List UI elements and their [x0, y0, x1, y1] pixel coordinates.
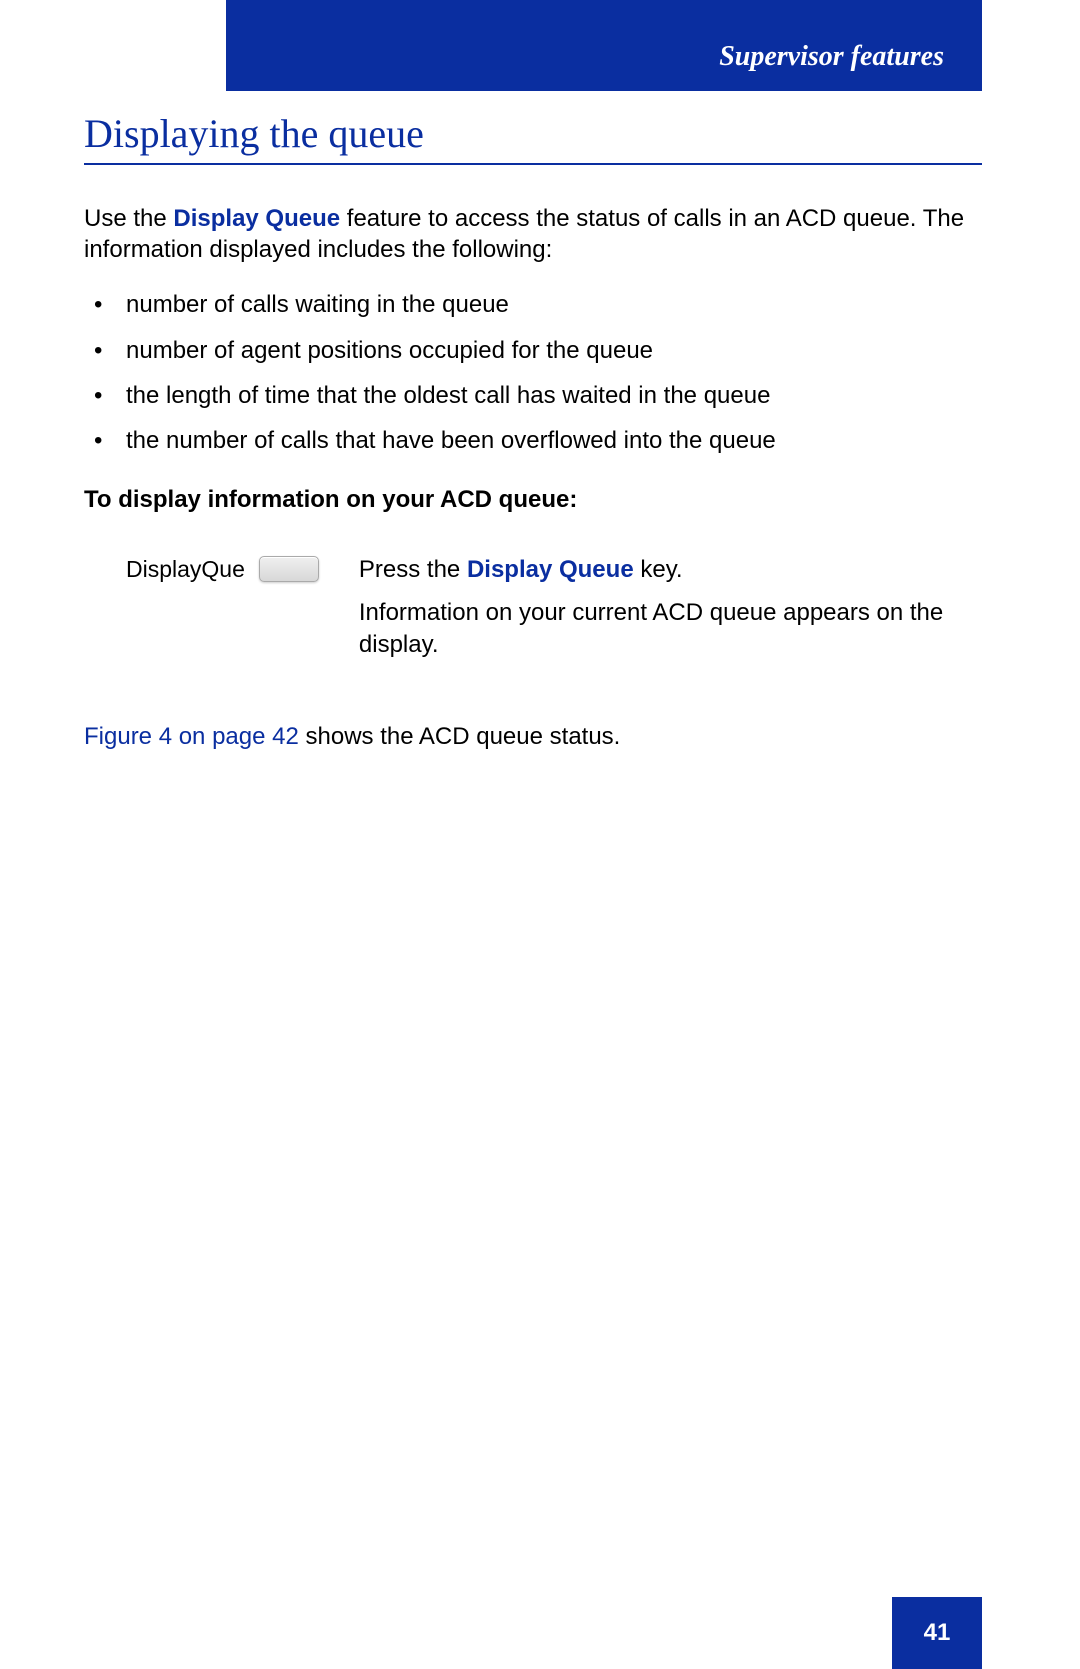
page-content: Displaying the queue Use the Display Que…: [84, 110, 982, 752]
instruction-l1-bold: Display Queue: [467, 556, 634, 583]
list-item: number of agent positions occupied for t…: [126, 335, 982, 366]
instruction-row: DisplayQue Press the Display Queue key. …: [84, 554, 982, 661]
instruction-line-2: Information on your current ACD queue ap…: [359, 597, 982, 662]
intro-prefix: Use the: [84, 205, 173, 232]
intro-paragraph: Use the Display Queue feature to access …: [84, 203, 982, 265]
list-item: number of calls waiting in the queue: [126, 289, 982, 320]
header-section-title: Supervisor features: [719, 41, 944, 73]
reference-rest: shows the ACD queue status.: [299, 723, 621, 750]
bullet-list: number of calls waiting in the queue num…: [84, 289, 982, 456]
instruction-text: Press the Display Queue key. Information…: [359, 554, 982, 661]
reference-text: Figure 4 on page 42 shows the ACD queue …: [84, 721, 982, 752]
key-label: DisplayQue: [126, 554, 245, 583]
instruction-line-1: Press the Display Queue key.: [359, 554, 982, 586]
footer-banner: 41: [892, 1597, 982, 1669]
display-queue-key-icon: [259, 556, 319, 582]
page-number: 41: [924, 1619, 951, 1647]
instruction-l1-suffix: key.: [634, 556, 683, 583]
list-item: the length of time that the oldest call …: [126, 380, 982, 411]
figure-reference-link[interactable]: Figure 4 on page 42: [84, 723, 299, 750]
instruction-l1-prefix: Press the: [359, 556, 467, 583]
subsection-title: To display information on your ACD queue…: [84, 486, 982, 514]
page-title: Displaying the queue: [84, 110, 982, 165]
feature-name-highlight: Display Queue: [173, 205, 340, 232]
list-item: the number of calls that have been overf…: [126, 425, 982, 456]
header-banner: Supervisor features: [226, 0, 982, 91]
